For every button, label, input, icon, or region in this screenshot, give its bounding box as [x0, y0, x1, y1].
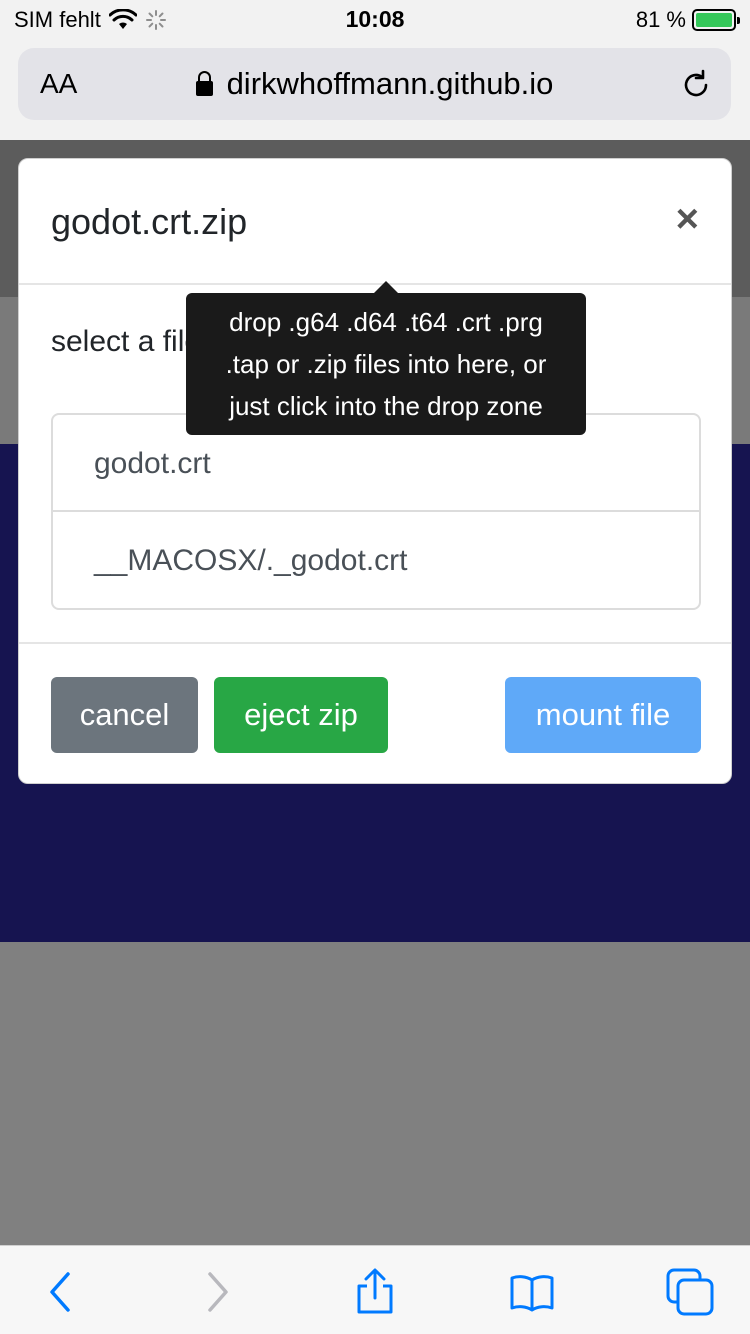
dialog-title: godot.crt.zip — [51, 201, 248, 242]
close-icon[interactable]: × — [676, 199, 699, 239]
battery-icon — [692, 9, 740, 31]
browser-toolbar — [0, 1245, 750, 1334]
select-file-label: select a file — [51, 325, 202, 358]
forward-icon[interactable] — [192, 1268, 240, 1316]
browser-header: AA dirkwhoffmann.github.io — [0, 40, 750, 140]
address-bar[interactable]: AA dirkwhoffmann.github.io — [18, 48, 731, 120]
list-item[interactable]: __MACOSX/._godot.crt — [53, 512, 699, 608]
mount-file-button[interactable]: mount file — [505, 677, 701, 753]
tooltip-line: just click into the drop zone — [229, 391, 543, 421]
back-icon[interactable] — [38, 1268, 86, 1316]
eject-zip-button[interactable]: eject zip — [214, 677, 388, 753]
battery-fill — [696, 13, 732, 27]
file-list: godot.crt __MACOSX/._godot.crt — [51, 413, 701, 610]
status-right: 81 % — [635, 7, 740, 33]
drop-zone-tooltip: drop .g64 .d64 .t64 .crt .prg .tap or .z… — [186, 281, 586, 435]
url-text: dirkwhoffmann.github.io — [226, 66, 554, 101]
share-icon[interactable] — [351, 1268, 399, 1316]
tooltip-line: drop .g64 .d64 .t64 .crt .prg — [229, 307, 543, 337]
cancel-button[interactable]: cancel — [51, 677, 198, 753]
reload-icon[interactable] — [679, 68, 713, 102]
battery-percent: 81 % — [635, 7, 686, 32]
url-display[interactable]: dirkwhoffmann.github.io — [18, 66, 731, 102]
status-bar: SIM fehlt 10:08 81 % — [0, 0, 750, 40]
footer-divider — [19, 642, 731, 644]
lock-icon — [195, 71, 213, 96]
tabs-icon[interactable] — [666, 1268, 714, 1316]
file-dialog: godot.crt.zip × select a file godot.crt … — [18, 158, 732, 784]
tooltip-line: .tap or .zip files into here, or — [225, 349, 547, 379]
bookmarks-icon[interactable] — [508, 1268, 556, 1316]
screen: SIM fehlt 10:08 81 % AA dirkwhoffmann.gi… — [0, 0, 750, 1334]
